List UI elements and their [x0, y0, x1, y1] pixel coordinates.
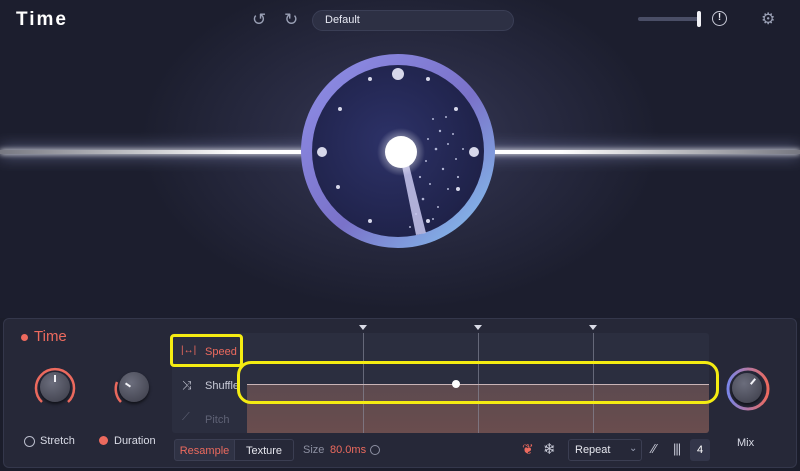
preset-selector[interactable]: Default — [312, 10, 514, 31]
size-sync-icon[interactable] — [370, 445, 380, 455]
lane-marker[interactable] — [474, 325, 482, 330]
pitch-icon: ⟋ — [182, 411, 190, 423]
duration-knob[interactable] — [119, 372, 149, 402]
speed-highlight — [170, 334, 243, 367]
lane-marker[interactable] — [589, 325, 597, 330]
module-enable-dot[interactable] — [21, 334, 28, 341]
lane-highlight — [237, 361, 719, 404]
app-title: Time — [16, 9, 69, 30]
preset-name: Default — [325, 14, 360, 26]
size-value[interactable]: 80.0ms — [330, 444, 366, 456]
mix-label: Mix — [737, 437, 755, 449]
lane-pitch-label: Pitch — [205, 414, 230, 426]
visualizer-area: Time ↺ ↻ Default ! ⚙ — [0, 0, 800, 318]
clock-icon — [24, 436, 35, 447]
tab-resample[interactable]: Resample — [174, 439, 235, 461]
tab-texture[interactable]: Texture — [234, 439, 294, 461]
duration-label: Duration — [114, 435, 156, 447]
shuffle-icon: ⤨ — [182, 378, 192, 392]
gear-icon[interactable]: ⚙ — [761, 10, 775, 30]
mix-knob[interactable] — [732, 373, 762, 403]
lane-shuffle-label: Shuffle — [205, 380, 240, 392]
chevron-down-icon: ⌄ — [629, 443, 638, 454]
lane-shuffle[interactable]: ⤨ Shuffle — [172, 370, 247, 403]
lane-pitch[interactable]: ⟋ Pitch — [172, 403, 247, 433]
volume-slider[interactable] — [638, 17, 700, 21]
magic-wand-icon[interactable]: ⁄⁄ — [652, 441, 656, 456]
timer-icon — [99, 436, 108, 445]
warning-icon[interactable]: ! — [712, 11, 727, 26]
time-dial-visual — [301, 54, 495, 248]
stretch-knob[interactable] — [40, 372, 70, 402]
division-count[interactable]: 4 — [690, 439, 710, 461]
size-label: Size — [303, 444, 325, 456]
feather-icon[interactable]: ❦ — [522, 441, 534, 458]
repeat-value: Repeat — [575, 444, 611, 456]
undo-icon[interactable]: ↺ — [252, 10, 266, 30]
volume-slider-handle[interactable] — [697, 11, 701, 27]
snowflake-icon[interactable]: ❄ — [543, 440, 556, 458]
redo-icon[interactable]: ↻ — [284, 10, 298, 30]
repeat-select[interactable]: Repeat ⌄ — [568, 439, 642, 461]
module-title: Time — [34, 328, 67, 345]
lane-marker[interactable] — [359, 325, 367, 330]
grid-bars-icon[interactable]: ||| — [673, 441, 681, 456]
stretch-label: Stretch — [40, 435, 75, 447]
